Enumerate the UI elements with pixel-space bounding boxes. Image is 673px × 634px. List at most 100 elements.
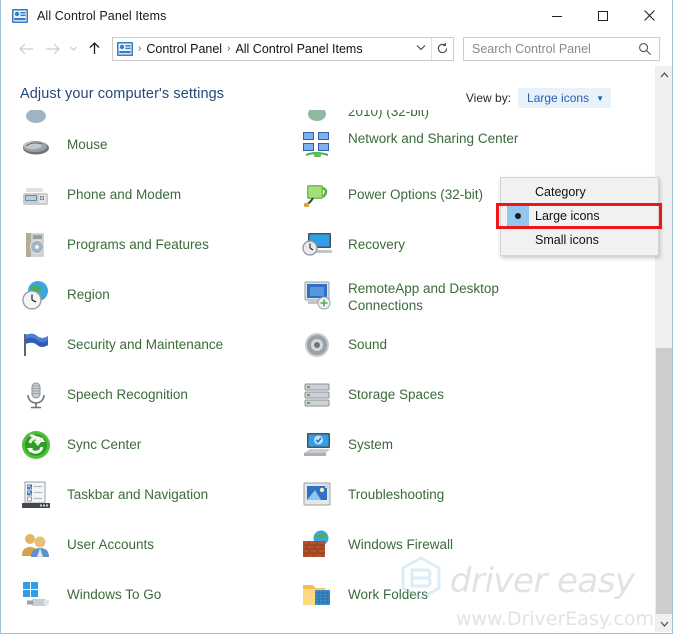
breadcrumb-separator[interactable]: › — [133, 43, 146, 54]
list-item-label: Windows Firewall — [348, 537, 454, 552]
taskbar-navigation-icon — [20, 479, 52, 511]
recovery-icon — [301, 229, 333, 261]
list-item-remoteapp-and-desktop-connections[interactable]: RemoteApp and Desktop Connections — [301, 279, 538, 314]
breadcrumb-control-panel[interactable]: Control Panel — [146, 42, 222, 56]
refresh-icon[interactable] — [431, 37, 453, 60]
list-item-label: Storage Spaces — [348, 387, 445, 402]
minimize-icon[interactable] — [534, 0, 580, 31]
list-item-windows-to-go[interactable]: Windows To Go — [20, 579, 161, 611]
scroll-up-arrow-icon[interactable] — [656, 66, 672, 83]
mouse-icon — [20, 129, 52, 161]
sync-center-icon — [20, 429, 52, 461]
list-item-taskbar-and-navigation[interactable]: Taskbar and Navigation — [20, 479, 208, 511]
search-box[interactable]: Search Control Panel — [463, 36, 660, 61]
vertical-scrollbar[interactable] — [655, 66, 672, 632]
window-title: All Control Panel Items — [37, 8, 167, 23]
list-item-security-and-maintenance[interactable]: Security and Maintenance — [20, 329, 223, 361]
up-arrow-icon[interactable] — [81, 36, 107, 62]
list-item-label: Taskbar and Navigation — [67, 487, 209, 502]
list-item-label: Work Folders — [348, 587, 429, 602]
recent-locations-icon[interactable] — [65, 36, 81, 62]
security-maintenance-icon — [20, 329, 52, 361]
breadcrumb-all-control-panel-items[interactable]: All Control Panel Items — [235, 42, 362, 56]
list-item-label: Region — [67, 287, 110, 302]
page-title: Adjust your computer's settings — [20, 86, 225, 102]
radio-selected-icon — [507, 206, 529, 226]
list-item-label: Security and Maintenance — [67, 337, 224, 352]
search-input[interactable]: Search Control Panel — [472, 42, 637, 56]
list-item-label: Recovery — [348, 237, 406, 252]
dropdown-item-category[interactable]: Category — [501, 180, 658, 204]
list-item-programs-and-features[interactable]: Programs and Features — [20, 229, 209, 261]
list-item-system[interactable]: System — [301, 429, 393, 461]
maximize-icon[interactable] — [580, 0, 626, 31]
list-item-label: System — [348, 437, 394, 452]
control-panel-icon — [117, 41, 133, 56]
control-panel-icon — [12, 8, 28, 23]
view-by-dropdown-menu[interactable]: Category Large icons Small icons — [500, 177, 659, 256]
list-item-recovery[interactable]: Recovery — [301, 229, 405, 261]
windows-firewall-icon — [301, 529, 333, 561]
list-item-storage-spaces[interactable]: Storage Spaces — [301, 379, 444, 411]
search-icon[interactable] — [637, 42, 653, 56]
programs-features-icon — [20, 229, 52, 261]
list-item-label: Troubleshooting — [348, 487, 445, 502]
back-arrow-icon[interactable] — [13, 36, 39, 62]
close-icon[interactable] — [626, 0, 672, 31]
content-area: Adjust your computer's settings View by:… — [1, 66, 672, 632]
list-item-label: Phone and Modem — [67, 187, 182, 202]
list-item-network-and-sharing-center[interactable]: Network and Sharing Center — [301, 129, 518, 161]
list-item-sound[interactable]: Sound — [301, 329, 387, 361]
view-by-value: Large icons — [527, 91, 590, 105]
list-item-label: Sync Center — [67, 437, 142, 452]
list-item-speech-recognition[interactable]: Speech Recognition — [20, 379, 188, 411]
phone-modem-icon — [20, 179, 52, 211]
microphone-icon — [20, 379, 52, 411]
forward-arrow-icon[interactable] — [39, 36, 65, 62]
list-item-windows-firewall[interactable]: Windows Firewall — [301, 529, 453, 561]
scrollbar-thumb[interactable] — [656, 348, 672, 614]
control-panel-window: All Control Panel Items › Control Panel … — [0, 0, 673, 634]
dropdown-item-label: Small icons — [535, 233, 599, 247]
system-icon — [301, 429, 333, 461]
dropdown-item-small-icons[interactable]: Small icons — [501, 228, 658, 252]
dropdown-item-large-icons[interactable]: Large icons — [501, 204, 658, 228]
storage-spaces-icon — [301, 379, 333, 411]
list-item-region[interactable]: Region — [20, 279, 110, 311]
list-item-label: Mouse — [67, 137, 108, 152]
window-controls — [534, 0, 672, 31]
list-item-label: Sound — [348, 337, 388, 352]
chevron-down-icon[interactable] — [411, 43, 431, 54]
power-options-icon — [301, 179, 333, 211]
navigation-bar: › Control Panel › All Control Panel Item… — [1, 31, 672, 66]
windows-to-go-icon — [20, 579, 52, 611]
list-item-power-options[interactable]: Power Options (32-bit) — [301, 179, 483, 211]
region-icon — [20, 279, 52, 311]
scroll-down-arrow-icon[interactable] — [656, 615, 672, 632]
breadcrumb-separator[interactable]: › — [222, 43, 235, 54]
remoteapp-icon — [301, 279, 333, 311]
list-item-sync-center[interactable]: Sync Center — [20, 429, 141, 461]
list-item-label: Programs and Features — [67, 237, 209, 252]
list-item-label: Network and Sharing Center — [348, 131, 519, 146]
list-item-user-accounts[interactable]: User Accounts — [20, 529, 154, 561]
list-item-phone-and-modem[interactable]: Phone and Modem — [20, 179, 181, 211]
list-item-label: Speech Recognition — [67, 387, 188, 402]
list-item-mouse[interactable]: Mouse — [20, 129, 108, 161]
network-sharing-icon — [301, 129, 333, 161]
user-accounts-icon — [20, 529, 52, 561]
list-item-work-folders[interactable]: Work Folders — [301, 579, 428, 611]
troubleshooting-icon — [301, 479, 333, 511]
list-item-troubleshooting[interactable]: Troubleshooting — [301, 479, 444, 511]
address-bar[interactable]: › Control Panel › All Control Panel Item… — [112, 36, 454, 61]
radio-indicator — [507, 230, 529, 250]
work-folders-icon — [301, 579, 333, 611]
view-by-label: View by: — [465, 91, 512, 105]
view-by-dropdown-button[interactable]: Large icons ▼ — [518, 88, 611, 108]
chevron-down-icon: ▼ — [596, 93, 604, 103]
title-bar: All Control Panel Items — [1, 0, 672, 31]
list-item-label: User Accounts — [67, 537, 155, 552]
view-by-control: View by: Large icons ▼ — [466, 88, 611, 108]
list-item-label: RemoteApp and Desktop Connections — [348, 281, 499, 313]
radio-indicator — [507, 182, 529, 202]
